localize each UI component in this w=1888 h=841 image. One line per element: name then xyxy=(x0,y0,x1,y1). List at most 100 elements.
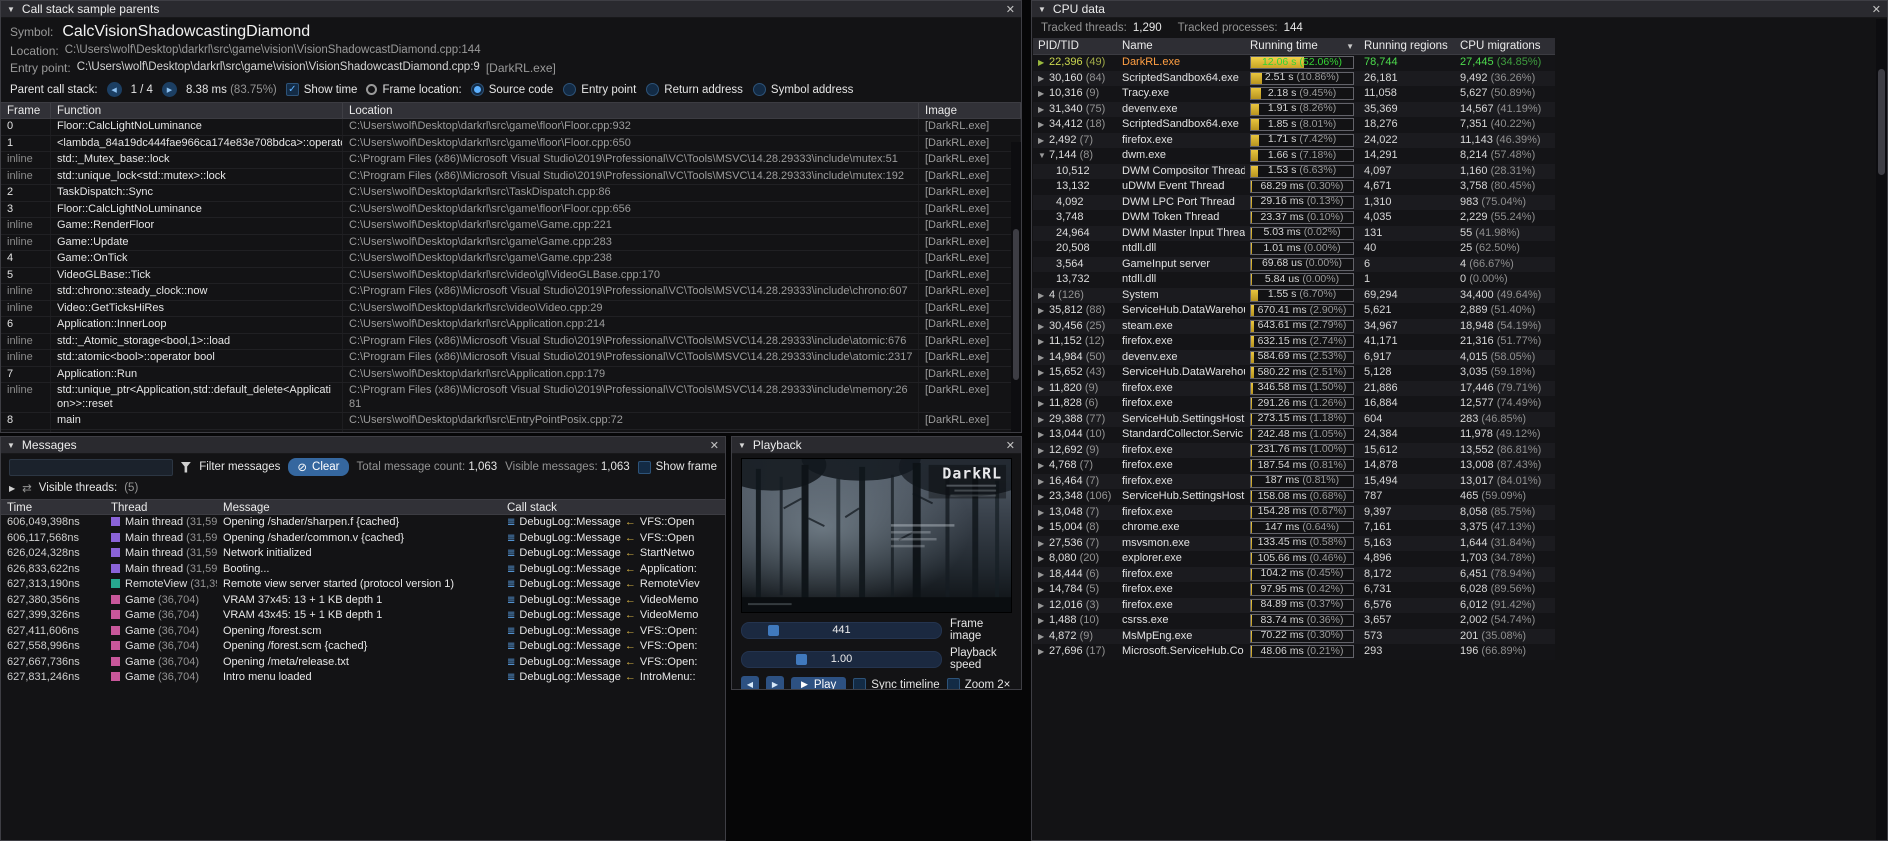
callstack-frame-row[interactable]: 1<lambda_84a19dc444fae966ca174e83e708bdc… xyxy=(1,136,1021,153)
message-row[interactable]: 627,558,996nsGame (36,704)Opening /fores… xyxy=(1,639,725,655)
cpu-process-row[interactable]: ▶31,340 (75)devenv.exe1.91 s(8.26%)35,36… xyxy=(1033,102,1555,118)
radio-source-code[interactable]: Source code xyxy=(471,83,554,96)
expand-icon[interactable]: ▶ xyxy=(1038,334,1049,350)
callstack-titlebar[interactable]: ▼ Call stack sample parents ✕ xyxy=(1,1,1021,18)
callstack-vertical-scrollbar[interactable] xyxy=(1011,142,1021,432)
cpu-process-row[interactable]: ▶15,004 (8)chrome.exe147 ms(0.64%)7,1613… xyxy=(1033,520,1555,536)
column-header-location[interactable]: Location xyxy=(343,103,919,118)
cpu-process-row[interactable]: ▶8,080 (20)explorer.exe105.66 ms(0.46%)4… xyxy=(1033,551,1555,567)
column-header-name[interactable]: Name xyxy=(1117,38,1245,54)
message-row[interactable]: 627,313,190nsRemoteView (31,392)Remote v… xyxy=(1,577,725,593)
zoom-2x-checkbox[interactable]: Zoom 2× xyxy=(947,678,1011,690)
cpu-process-row[interactable]: ▶11,820 (9)firefox.exe346.58 ms(1.50%)21… xyxy=(1033,381,1555,397)
cpu-vertical-scrollbar[interactable] xyxy=(1876,19,1887,840)
cpu-process-row[interactable]: ▶13,048 (7)firefox.exe154.28 ms(0.67%)9,… xyxy=(1033,505,1555,521)
expand-icon[interactable]: ▶ xyxy=(1038,288,1049,304)
message-row[interactable]: 627,411,606nsGame (36,704)Opening /fores… xyxy=(1,624,725,640)
expand-icon[interactable]: ▶ xyxy=(1038,319,1049,335)
expand-icon[interactable]: ▶ xyxy=(1038,396,1049,412)
column-header-image[interactable]: Image xyxy=(919,103,1021,118)
playback-frame-image[interactable]: DarkRL xyxy=(741,458,1012,613)
show-frame-checkbox[interactable]: Show frame xyxy=(638,461,717,474)
frame-image-slider[interactable]: 441 xyxy=(741,622,942,639)
message-callstack[interactable]: ≣DebugLog::Message←IntroMenu:: xyxy=(501,670,725,686)
cpu-process-row[interactable]: ▶4,768 (7)firefox.exe187.54 ms(0.81%)14,… xyxy=(1033,458,1555,474)
column-header-function[interactable]: Function xyxy=(51,103,343,118)
message-callstack[interactable]: ≣DebugLog::Message←VideoMemo xyxy=(501,593,725,609)
cpu-thread-row[interactable]: 13,132uDWM Event Thread68.29 ms(0.30%)4,… xyxy=(1033,179,1555,195)
radio-return-address[interactable]: Return address xyxy=(646,83,743,96)
expand-icon[interactable]: ▶ xyxy=(1038,365,1049,381)
collapse-icon[interactable]: ▼ xyxy=(1038,5,1046,14)
column-header-cpu-migrations[interactable]: CPU migrations xyxy=(1455,38,1555,54)
cpu-process-row[interactable]: ▶18,444 (6)firefox.exe104.2 ms(0.45%)8,1… xyxy=(1033,567,1555,583)
callstack-frame-row[interactable]: 5VideoGLBase::TickC:\Users\wolf\Desktop\… xyxy=(1,268,1021,285)
callstack-frame-row[interactable]: 6Application::InnerLoopC:\Users\wolf\Des… xyxy=(1,317,1021,334)
expand-icon[interactable]: ▶ xyxy=(1038,55,1049,71)
callstack-frame-row[interactable]: inlineGame::UpdateC:\Users\wolf\Desktop\… xyxy=(1,235,1021,252)
cpu-titlebar[interactable]: ▼ CPU data ✕ xyxy=(1032,1,1887,18)
cpu-thread-row[interactable]: 13,732ntdll.dll5.84 us(0.00%)10 (0.00%) xyxy=(1033,272,1555,288)
cpu-process-row[interactable]: ▶10,316 (9)Tracy.exe2.18 s(9.45%)11,0585… xyxy=(1033,86,1555,102)
message-row[interactable]: 606,049,398nsMain thread (31,596)Opening… xyxy=(1,515,725,531)
message-row[interactable]: 627,380,356nsGame (36,704)VRAM 37x45: 13… xyxy=(1,593,725,609)
message-row[interactable]: 626,833,622nsMain thread (31,596)Booting… xyxy=(1,562,725,578)
callstack-frame-row[interactable]: inlinestd::unique_lock<std::mutex>::lock… xyxy=(1,169,1021,186)
expand-icon[interactable]: ▶ xyxy=(1038,443,1049,459)
collapse-icon[interactable]: ▼ xyxy=(1038,148,1049,164)
expand-icon[interactable]: ▶ xyxy=(1038,505,1049,521)
visible-threads-row[interactable]: ▶ ⇄ Visible threads: (5) xyxy=(1,480,725,499)
callstack-frame-row[interactable]: inlineVideo::GetTicksHiResC:\Users\wolf\… xyxy=(1,301,1021,318)
scrollbar-thumb[interactable] xyxy=(1013,229,1019,380)
expand-icon[interactable]: ▶ xyxy=(1038,102,1049,118)
message-callstack[interactable]: ≣DebugLog::Message←RemoteViev xyxy=(501,577,725,593)
message-filter-input[interactable] xyxy=(9,459,173,476)
cpu-process-row[interactable]: ▶1,488 (10)csrss.exe83.74 ms(0.36%)3,657… xyxy=(1033,613,1555,629)
cpu-thread-row[interactable]: 3,748DWM Token Thread23.37 ms(0.10%)4,03… xyxy=(1033,210,1555,226)
message-callstack[interactable]: ≣DebugLog::Message←VFS::Open xyxy=(501,515,725,531)
show-time-checkbox[interactable]: ✓ Show time xyxy=(286,83,358,96)
message-row[interactable]: 606,117,568nsMain thread (31,596)Opening… xyxy=(1,531,725,547)
cpu-process-row[interactable]: ▶13,044 (10)StandardCollector.Servic242.… xyxy=(1033,427,1555,443)
sync-timeline-checkbox[interactable]: Sync timeline xyxy=(853,678,939,690)
message-row[interactable]: 627,667,736nsGame (36,704)Opening /meta/… xyxy=(1,655,725,671)
column-header-time[interactable]: Time xyxy=(1,500,105,516)
expand-icon[interactable]: ▶ xyxy=(9,484,15,493)
expand-icon[interactable]: ▶ xyxy=(1038,489,1049,505)
prev-frame-button[interactable]: ◀ xyxy=(741,676,759,690)
expand-icon[interactable]: ▶ xyxy=(1038,613,1049,629)
column-header-thread[interactable]: Thread xyxy=(105,500,217,516)
radio-symbol-address[interactable]: Symbol address xyxy=(753,83,853,96)
expand-icon[interactable]: ▶ xyxy=(1038,412,1049,428)
callstack-frame-row[interactable]: inlineGame::RenderFloorC:\Users\wolf\Des… xyxy=(1,218,1021,235)
close-icon[interactable]: ✕ xyxy=(1006,3,1015,16)
expand-icon[interactable]: ▶ xyxy=(1038,458,1049,474)
callstack-frame-row[interactable]: inlinestd::chrono::steady_clock::nowC:\P… xyxy=(1,284,1021,301)
expand-icon[interactable]: ▶ xyxy=(1038,133,1049,149)
expand-icon[interactable]: ▶ xyxy=(1038,71,1049,87)
playback-speed-slider[interactable]: 1.00 xyxy=(741,651,942,668)
expand-icon[interactable]: ▶ xyxy=(1038,629,1049,645)
message-callstack[interactable]: ≣DebugLog::Message←VideoMemo xyxy=(501,608,725,624)
cpu-thread-row[interactable]: 3,564GameInput server69.68 us(0.00%)64 (… xyxy=(1033,257,1555,273)
cpu-thread-row[interactable]: 20,508ntdll.dll1.01 ms(0.00%)4025 (62.50… xyxy=(1033,241,1555,257)
callstack-frame-row[interactable]: 0Floor::CalcLightNoLuminanceC:\Users\wol… xyxy=(1,119,1021,136)
cpu-process-row[interactable]: ▶14,984 (50)devenv.exe584.69 ms(2.53%)6,… xyxy=(1033,350,1555,366)
message-callstack[interactable]: ≣DebugLog::Message←VFS::Open: xyxy=(501,655,725,671)
expand-icon[interactable]: ▶ xyxy=(1038,427,1049,443)
radio-entry-point[interactable]: Entry point xyxy=(563,83,636,96)
message-callstack[interactable]: ≣DebugLog::Message←VFS::Open: xyxy=(501,639,725,655)
column-header-call-stack[interactable]: Call stack xyxy=(501,500,725,516)
playback-titlebar[interactable]: ▼ Playback ✕ xyxy=(732,437,1021,454)
close-icon[interactable]: ✕ xyxy=(1006,439,1015,452)
collapse-icon[interactable]: ▼ xyxy=(7,441,15,450)
callstack-frame-row[interactable]: 3Floor::CalcLightNoLuminanceC:\Users\wol… xyxy=(1,202,1021,219)
cpu-process-row[interactable]: ▶15,652 (43)ServiceHub.DataWarehou580.22… xyxy=(1033,365,1555,381)
expand-icon[interactable]: ▶ xyxy=(1038,303,1049,319)
message-row[interactable]: 627,399,326nsGame (36,704)VRAM 43x45: 15… xyxy=(1,608,725,624)
cpu-process-row[interactable]: ▶34,412 (18)ScriptedSandbox64.exe1.85 s(… xyxy=(1033,117,1555,133)
expand-icon[interactable]: ▶ xyxy=(1038,381,1049,397)
callstack-frame-row[interactable]: 8mainC:\Users\wolf\Desktop\darkrl\src\En… xyxy=(1,413,1021,430)
column-header-running-regions[interactable]: Running regions xyxy=(1359,38,1455,54)
column-header-running-time[interactable]: Running time▼ xyxy=(1245,38,1359,54)
